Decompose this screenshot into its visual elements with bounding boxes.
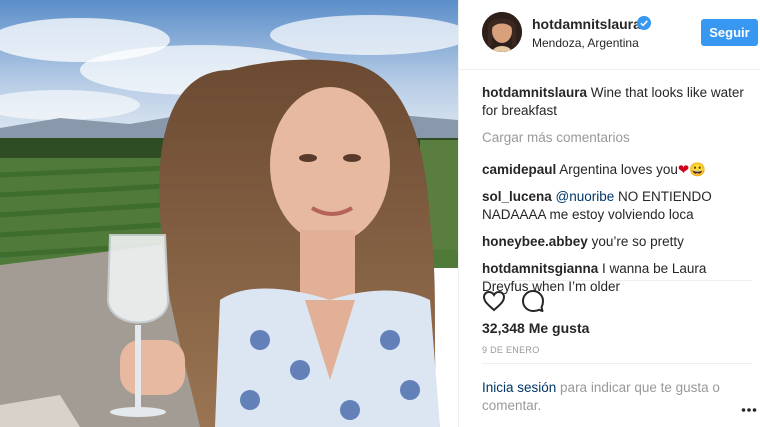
comment-username[interactable]: honeybee.abbey — [482, 234, 588, 249]
username[interactable]: hotdamnitslaura — [532, 16, 641, 32]
post-photo[interactable] — [0, 0, 458, 427]
comment-text: you’re so pretty — [591, 234, 684, 249]
divider — [482, 280, 752, 281]
post-header: hotdamnitslaura Mendoza, Argentina Segui… — [459, 0, 760, 70]
post-details-panel: hotdamnitslaura Mendoza, Argentina Segui… — [458, 0, 760, 427]
heart-icon[interactable] — [482, 289, 506, 313]
more-options-icon[interactable] — [741, 400, 757, 412]
caption-username[interactable]: hotdamnitslaura — [482, 85, 587, 100]
load-more-comments-button[interactable]: Cargar más comentarios — [482, 129, 752, 147]
comment-username[interactable]: hotdamnitsgianna — [482, 261, 598, 276]
comment-icon[interactable] — [521, 289, 545, 313]
comment: camidepaul Argentina loves you❤😀 — [482, 161, 752, 179]
comment-username[interactable]: camidepaul — [482, 162, 556, 177]
caption: hotdamnitslaura Wine that looks like wat… — [482, 84, 752, 120]
comments-list: hotdamnitslaura Wine that looks like wat… — [482, 84, 752, 305]
comment-username[interactable]: sol_lucena — [482, 189, 552, 204]
comment: honeybee.abbey you’re so pretty — [482, 233, 752, 251]
avatar[interactable] — [482, 12, 522, 52]
comment-mention[interactable]: @nuoribe — [556, 189, 615, 204]
verified-badge-icon — [637, 16, 651, 30]
login-link[interactable]: Inicia sesión — [482, 380, 556, 395]
login-prompt: Inicia sesión para indicar que te gusta … — [482, 379, 732, 415]
likes-count[interactable]: 32,348 Me gusta — [482, 320, 589, 336]
comment-emoji: ❤😀 — [677, 162, 706, 177]
comment-text: Argentina loves you — [559, 162, 678, 177]
post-date[interactable]: 9 DE ENERO — [482, 345, 540, 355]
location-link[interactable]: Mendoza, Argentina — [532, 36, 639, 50]
divider — [482, 363, 752, 364]
comment: sol_lucena @nuoribe NO ENTIENDO NADAAAA … — [482, 188, 752, 224]
follow-button[interactable]: Seguir — [701, 19, 758, 46]
